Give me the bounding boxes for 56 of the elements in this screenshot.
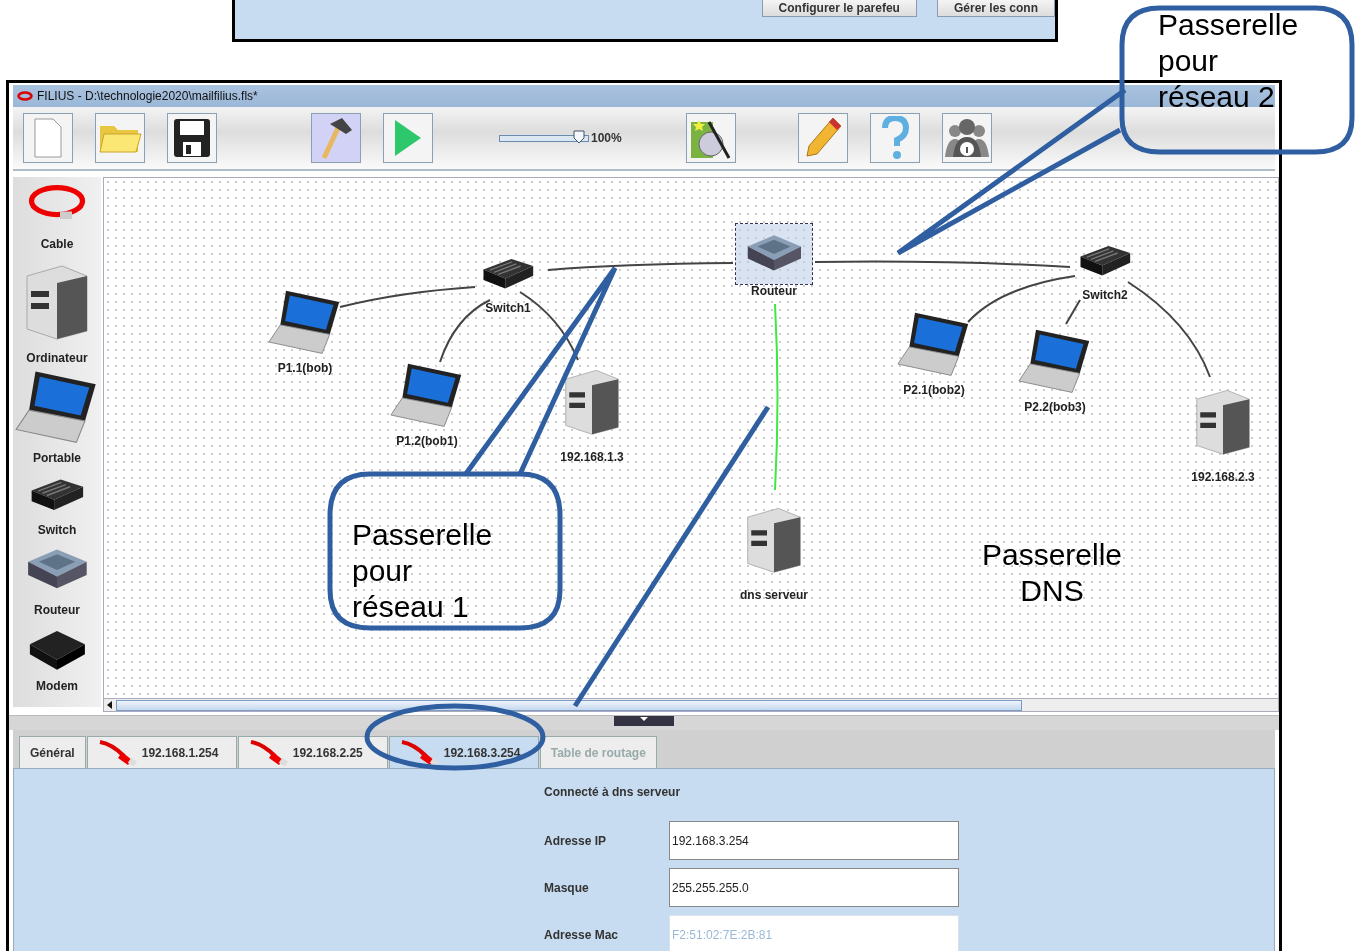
annotation-text: Passerelle DNS [980, 537, 1124, 609]
window-title: FILIUS - D:\technologie2020\mailfilius.fls* [37, 89, 258, 103]
cable-link[interactable] [1065, 299, 1081, 325]
input-field[interactable]: 192.168.3.254 [669, 821, 959, 860]
new-file-icon [33, 118, 63, 158]
tab[interactable]: 192.168.1.254 [86, 736, 237, 768]
node-label: Switch1 [485, 301, 531, 315]
horizontal-scrollbar[interactable] [103, 699, 1279, 712]
slider-thumb[interactable] [573, 129, 586, 144]
field-label: Adresse Mac [544, 927, 620, 942]
field-label: Masque [544, 880, 590, 895]
node-label: Routeur [751, 284, 797, 298]
cable-link[interactable] [1127, 281, 1211, 378]
toolbar-button[interactable] [941, 113, 992, 163]
cable-link[interactable] [339, 286, 476, 308]
node-label: P1.2(bob1) [396, 434, 458, 448]
dialog-button[interactable]: Configurer le parefeu [761, 0, 917, 17]
node-label: 192.168.2.3 [1191, 470, 1255, 484]
cable-icon [248, 739, 289, 766]
field-label: Adresse IP [544, 833, 608, 848]
app-logo-icon [17, 91, 33, 101]
dialog-button[interactable]: Gérer les conn [936, 0, 1055, 17]
input-field[interactable]: 255.255.255.0 [669, 868, 959, 907]
node-label: P2.1(bob2) [903, 383, 965, 397]
toolbar-button[interactable] [311, 113, 361, 163]
caret-icon [639, 716, 649, 722]
toolbar-button[interactable] [167, 113, 217, 163]
scroll-left-icon[interactable] [107, 701, 112, 709]
cable-icon [97, 739, 138, 766]
node-label: P2.2(bob3) [1024, 400, 1086, 414]
node-label: dns serveur [739, 588, 808, 602]
tab[interactable]: 192.168.2.25 [237, 736, 388, 768]
question-mark-icon [879, 116, 910, 160]
node-label: P1.1(bob) [277, 361, 333, 375]
collapse-button[interactable] [614, 716, 674, 726]
cable-icon [399, 739, 440, 766]
zoom-value: 100% [591, 131, 622, 145]
palette-item[interactable]: Modem [21, 617, 93, 693]
cable-link[interactable] [967, 275, 1076, 323]
palette-item[interactable]: Routeur [19, 537, 95, 617]
connection-heading: Connecté à dns serveur [544, 785, 682, 799]
cable-link[interactable] [814, 260, 1071, 268]
callout-text: Passerelle pour réseau 2 [1158, 7, 1300, 115]
node-label: Switch2 [1082, 288, 1128, 302]
palette-item[interactable]: Ordinateur [17, 251, 97, 365]
tab[interactable]: Général [19, 736, 86, 768]
cable-link[interactable] [547, 262, 734, 271]
palette-item[interactable]: Cable [17, 177, 97, 251]
toolbar-button[interactable] [685, 113, 736, 163]
palette-item[interactable]: Switch [19, 465, 95, 537]
scrollbar-thumb[interactable] [116, 699, 1022, 711]
callout-text: Passerelle pour réseau 1 [352, 517, 494, 625]
people-info-icon [942, 117, 991, 159]
palette-item[interactable]: Portable [13, 365, 101, 465]
play-icon [393, 118, 423, 158]
node-label: 192.168.1.3 [560, 450, 624, 464]
